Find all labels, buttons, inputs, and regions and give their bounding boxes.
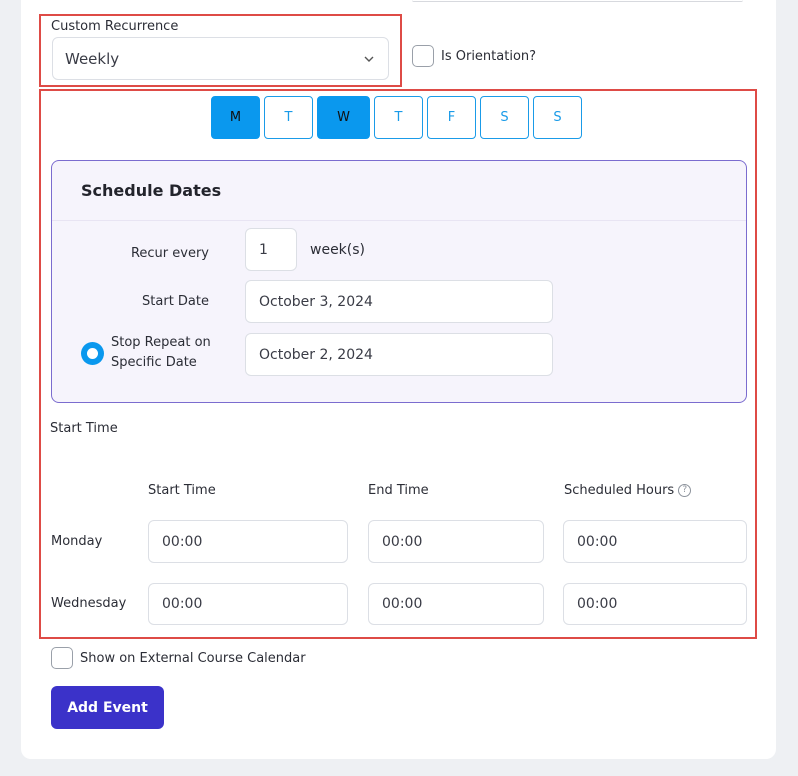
row-day-label: Monday bbox=[51, 534, 103, 549]
external-calendar-checkbox[interactable] bbox=[51, 647, 73, 669]
day-toggle-tuesday[interactable]: T bbox=[264, 96, 313, 139]
orientation-label: Is Orientation? bbox=[441, 49, 537, 64]
day-toggle-friday[interactable]: F bbox=[427, 96, 476, 139]
monday-start-time-input[interactable]: 00:00 bbox=[148, 520, 348, 563]
monday-end-time-input[interactable]: 00:00 bbox=[368, 520, 544, 563]
column-header-start-time: Start Time bbox=[148, 483, 216, 498]
stop-repeat-label-line1: Stop Repeat on bbox=[111, 335, 211, 350]
add-event-button[interactable]: Add Event bbox=[51, 686, 164, 729]
schedule-dates-title: Schedule Dates bbox=[52, 161, 746, 221]
help-icon[interactable]: ? bbox=[678, 484, 692, 497]
top-input-edge[interactable] bbox=[412, 0, 743, 2]
column-header-end-time: End Time bbox=[368, 483, 429, 498]
day-toggle-monday[interactable]: M bbox=[211, 96, 260, 139]
day-toggle-saturday[interactable]: S bbox=[480, 96, 529, 139]
custom-recurrence-label: Custom Recurrence bbox=[51, 19, 179, 34]
stop-date-input[interactable]: October 2, 2024 bbox=[245, 333, 553, 376]
chevron-down-icon bbox=[364, 56, 374, 62]
start-date-label: Start Date bbox=[142, 294, 209, 309]
recurrence-select[interactable]: Weekly bbox=[52, 37, 389, 80]
column-header-scheduled-hours: Scheduled Hours? bbox=[564, 483, 692, 498]
external-calendar-label: Show on External Course Calendar bbox=[80, 651, 306, 666]
monday-scheduled-hours-input[interactable]: 00:00 bbox=[563, 520, 747, 563]
orientation-checkbox[interactable] bbox=[412, 45, 434, 67]
scheduled-hours-label: Scheduled Hours bbox=[564, 483, 675, 498]
start-date-input[interactable]: October 3, 2024 bbox=[245, 280, 553, 323]
weekday-selector: M T W T F S S bbox=[211, 96, 582, 139]
day-toggle-thursday[interactable]: T bbox=[374, 96, 423, 139]
wednesday-start-time-input[interactable]: 00:00 bbox=[148, 583, 348, 625]
radio-dot bbox=[87, 348, 98, 359]
recurrence-select-value: Weekly bbox=[65, 49, 120, 68]
day-toggle-sunday[interactable]: S bbox=[533, 96, 582, 139]
stop-repeat-radio[interactable] bbox=[81, 342, 104, 365]
wednesday-scheduled-hours-input[interactable]: 00:00 bbox=[563, 583, 747, 625]
start-time-section-title: Start Time bbox=[50, 421, 118, 436]
recur-unit-label: week(s) bbox=[310, 242, 366, 258]
recur-every-input[interactable]: 1 bbox=[245, 228, 297, 271]
wednesday-end-time-input[interactable]: 00:00 bbox=[368, 583, 544, 625]
stop-repeat-label-line2: Specific Date bbox=[111, 355, 197, 370]
recur-every-label: Recur every bbox=[130, 246, 209, 261]
day-toggle-wednesday[interactable]: W bbox=[317, 96, 370, 139]
row-day-label: Wednesday bbox=[51, 596, 127, 611]
